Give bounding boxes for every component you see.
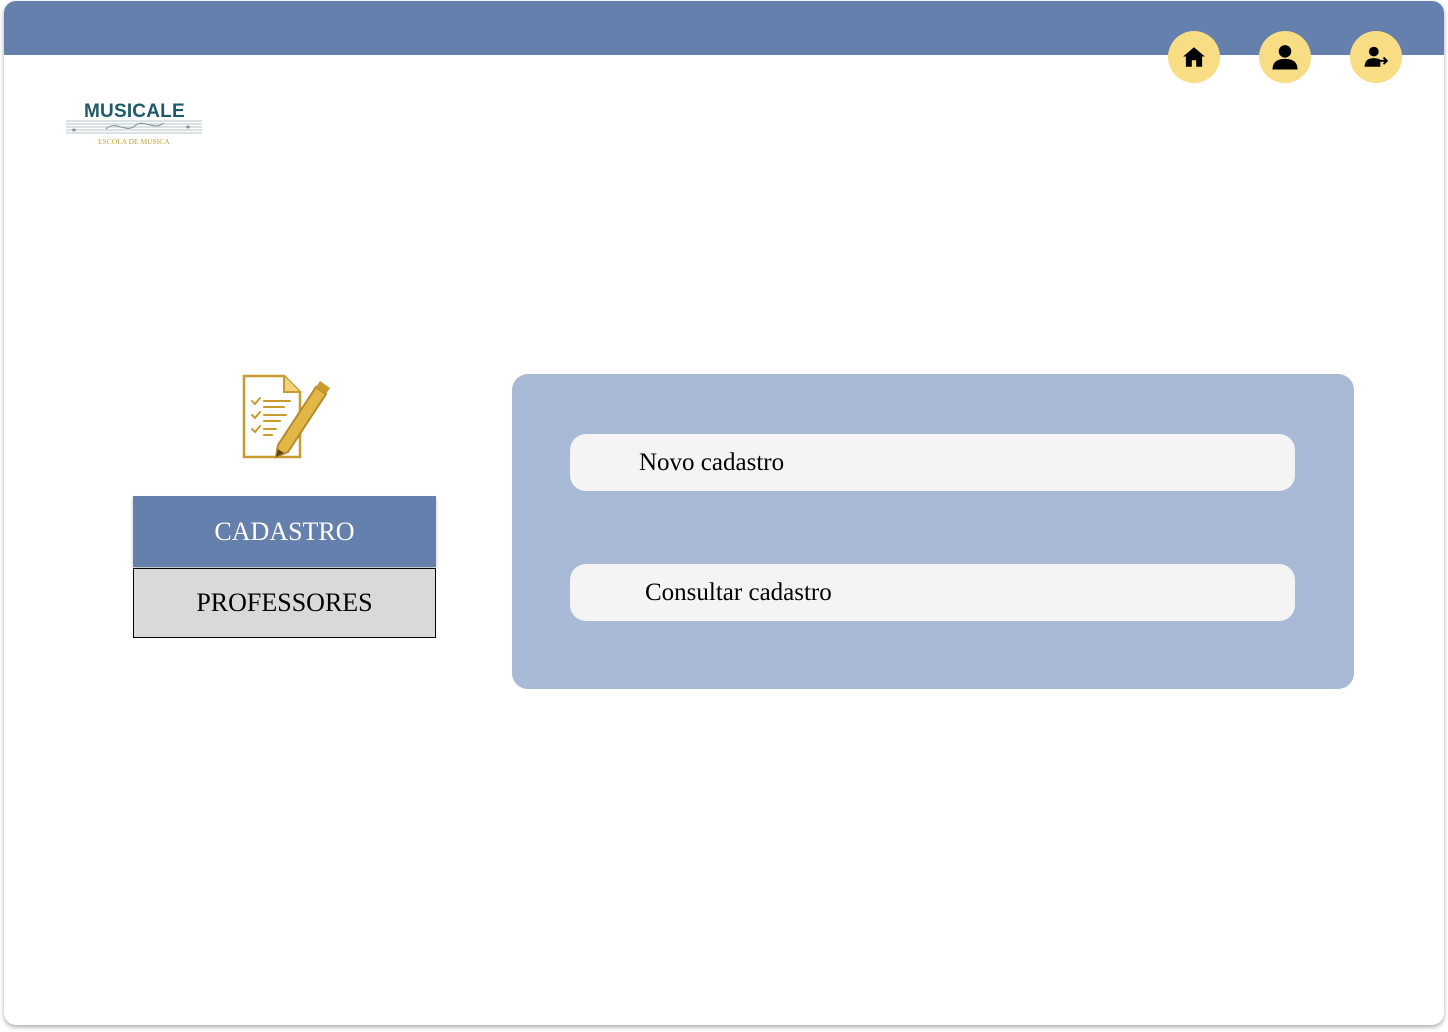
novo-cadastro-button[interactable]: Novo cadastro: [570, 434, 1295, 491]
user-icon: [1272, 45, 1298, 70]
logo-title: MUSICALE: [84, 101, 185, 122]
top-bar: [4, 1, 1444, 55]
consultar-cadastro-button[interactable]: Consultar cadastro: [570, 564, 1295, 621]
novo-cadastro-label: Novo cadastro: [639, 448, 785, 476]
home-icon: [1183, 47, 1205, 67]
logo: MUSICALE ESCOLA DE MUSICA: [66, 101, 202, 151]
home-button[interactable]: [1168, 31, 1220, 83]
cadastro-label: CADASTRO: [214, 516, 355, 546]
profile-button[interactable]: [1259, 31, 1311, 83]
checklist-pencil-icon: [240, 373, 330, 466]
options-panel: Novo cadastro Consultar cadastro: [512, 374, 1354, 689]
app-window: MUSICALE ESCOLA DE MUSICA CADASTRO PROFE…: [4, 1, 1444, 1025]
user-logout-icon: [1364, 46, 1388, 67]
cadastro-menu-button[interactable]: CADASTRO: [133, 496, 436, 567]
professores-label: PROFESSORES: [196, 588, 373, 617]
logo-subtitle: ESCOLA DE MUSICA: [98, 137, 170, 146]
logout-button[interactable]: [1350, 31, 1402, 83]
consultar-cadastro-label: Consultar cadastro: [645, 578, 832, 606]
professores-menu-button[interactable]: PROFESSORES: [133, 568, 436, 638]
